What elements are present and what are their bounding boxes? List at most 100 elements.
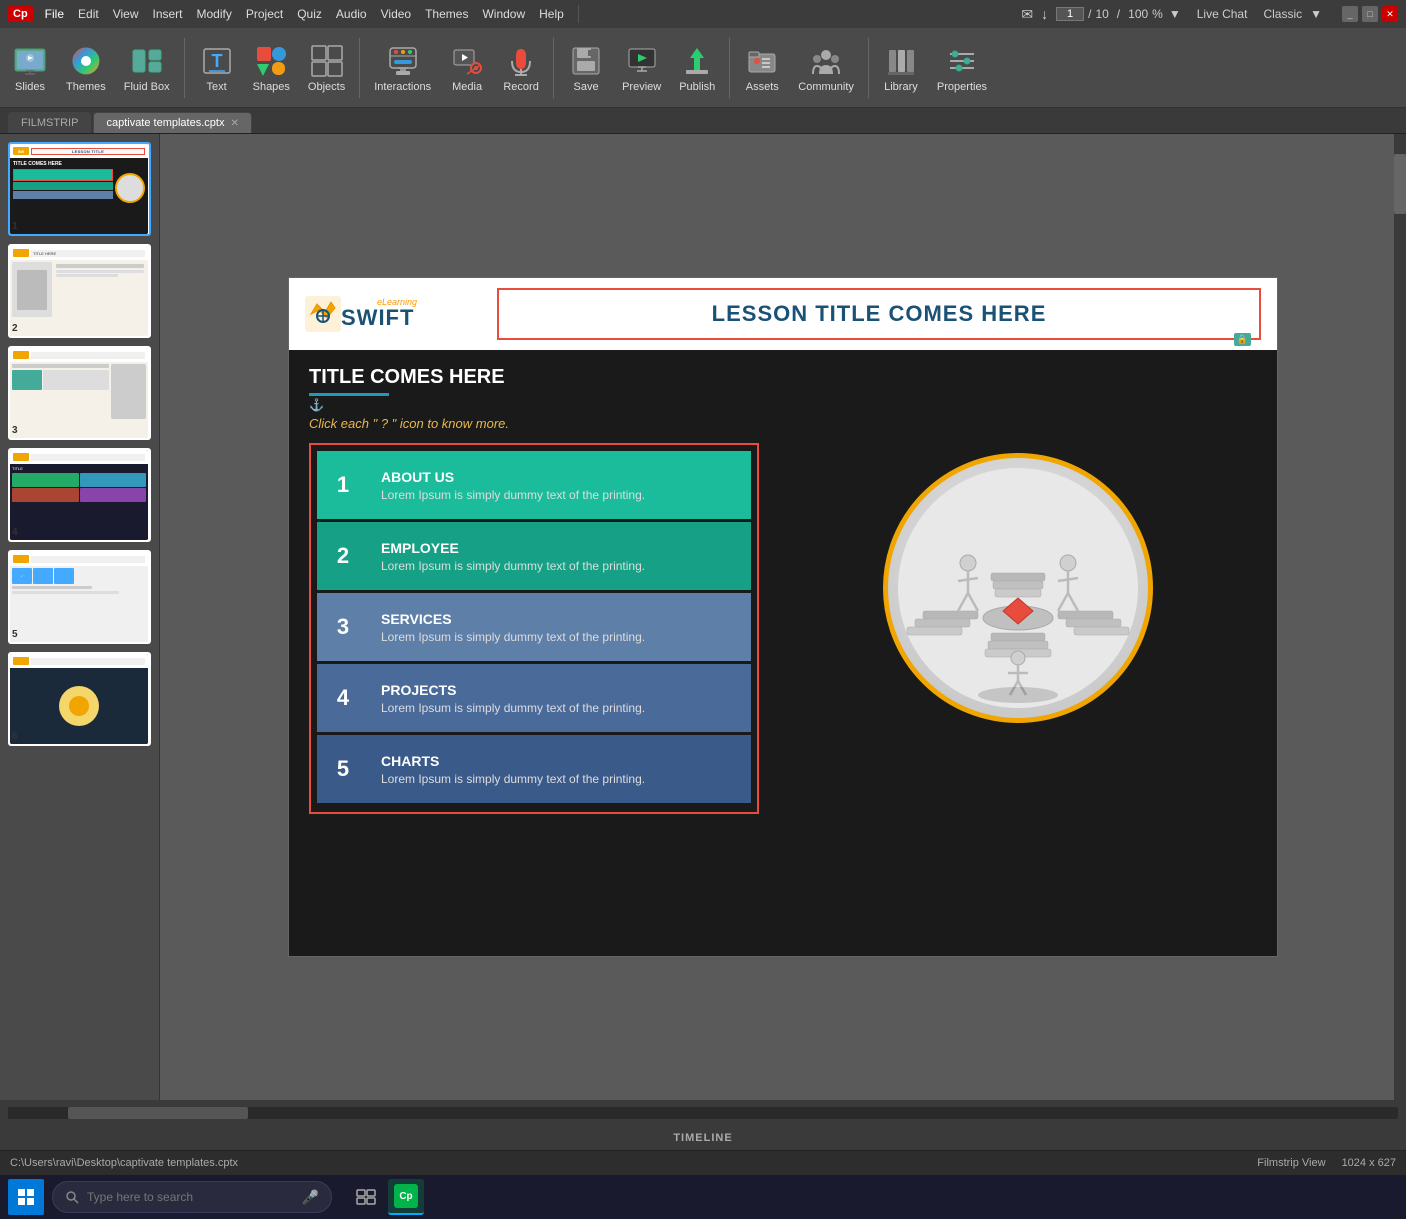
toolbar-fluid-box[interactable]: Fluid Box [116, 39, 178, 97]
item-num-3: 3 [317, 593, 369, 661]
page-total: 10 [1095, 7, 1108, 21]
file-path: C:\Users\ravi\Desktop\captivate template… [10, 1157, 238, 1169]
toolbar: Slides Themes [0, 28, 1406, 108]
menu-file[interactable]: File [39, 5, 70, 23]
slide-thumb-3[interactable]: 3 [8, 346, 151, 440]
item-row-5[interactable]: 5 CHARTS Lorem Ipsum is simply dummy tex… [317, 735, 751, 803]
toolbar-assets[interactable]: Assets [736, 39, 788, 97]
canvas-area: eLearning SWIFT LESSON TITLE COMES HERE … [160, 134, 1406, 1100]
toolbar-themes[interactable]: Themes [58, 39, 114, 97]
toolbar-divider-2 [359, 38, 360, 98]
slide-thumb-6[interactable]: 6 [8, 652, 151, 746]
menu-view[interactable]: View [107, 5, 145, 23]
start-button[interactable] [8, 1179, 44, 1215]
slide-canvas[interactable]: eLearning SWIFT LESSON TITLE COMES HERE … [288, 277, 1278, 957]
item-title-4: PROJECTS [381, 682, 739, 698]
slide-thumb-5[interactable]: ✓ 5 [8, 550, 151, 644]
community-icon [808, 43, 844, 79]
slide-thumb-2[interactable]: TITLE HERE 2 [8, 244, 151, 338]
assets-icon [744, 43, 780, 79]
horizontal-scroll-thumb[interactable] [68, 1107, 248, 1119]
email-icon[interactable]: ✉ [1021, 6, 1033, 23]
windows-taskbar: 🎤 Cp [0, 1175, 1406, 1219]
toolbar-properties[interactable]: Properties [929, 39, 995, 97]
toolbar-slides[interactable]: Slides [4, 39, 56, 97]
menu-themes[interactable]: Themes [419, 5, 474, 23]
toolbar-text[interactable]: T Text [191, 39, 243, 97]
properties-label: Properties [937, 81, 987, 93]
item-num-1: 1 [317, 451, 369, 519]
item-row-4[interactable]: 4 PROJECTS Lorem Ipsum is simply dummy t… [317, 664, 751, 732]
objects-icon [309, 43, 345, 79]
toolbar-divider-1 [184, 38, 185, 98]
vertical-scroll-thumb[interactable] [1394, 154, 1406, 214]
toolbar-objects[interactable]: Objects [300, 39, 353, 97]
filmstrip-tab-label: FILMSTRIP [21, 117, 78, 129]
item-row-3[interactable]: 3 SERVICES Lorem Ipsum is simply dummy t… [317, 593, 751, 661]
download-icon[interactable]: ↓ [1041, 6, 1048, 22]
menu-help[interactable]: Help [533, 5, 570, 23]
slide-thumb-4[interactable]: TITLE 4 [8, 448, 151, 542]
preview-icon [624, 43, 660, 79]
live-chat-label[interactable]: Live Chat [1197, 7, 1248, 21]
restore-button[interactable]: □ [1362, 6, 1378, 22]
microphone-icon[interactable]: 🎤 [302, 1189, 319, 1206]
minimize-button[interactable]: _ [1342, 6, 1358, 22]
toolbar-preview[interactable]: Preview [614, 39, 669, 97]
item-row-1[interactable]: 1 ABOUT US Lorem Ipsum is simply dummy t… [317, 451, 751, 519]
slide-num-3: 3 [12, 425, 18, 436]
page-current-input[interactable]: 1 [1056, 7, 1084, 21]
toolbar-community[interactable]: Community [790, 39, 862, 97]
item-row-2[interactable]: 2 EMPLOYEE Lorem Ipsum is simply dummy t… [317, 522, 751, 590]
vertical-scrollbar[interactable] [1394, 134, 1406, 1100]
toolbar-media[interactable]: Media [441, 39, 493, 97]
slide-num-4: 4 [12, 527, 18, 538]
shapes-icon [253, 43, 289, 79]
toolbar-publish[interactable]: Publish [671, 39, 723, 97]
search-bar[interactable]: 🎤 [52, 1181, 332, 1213]
slide-num-1: 1 [12, 221, 18, 232]
media-label: Media [452, 81, 482, 93]
theme-dropdown-icon[interactable]: ▼ [1310, 7, 1322, 21]
menu-bar: File Edit View Insert Modify Project Qui… [39, 5, 570, 23]
toolbar-record[interactable]: Record [495, 39, 547, 97]
item-content-5: CHARTS Lorem Ipsum is simply dummy text … [369, 735, 751, 803]
preview-label: Preview [622, 81, 661, 93]
app-logo: Cp [8, 6, 33, 22]
properties-icon [944, 43, 980, 79]
toolbar-save[interactable]: Save [560, 39, 612, 97]
item-content-3: SERVICES Lorem Ipsum is simply dummy tex… [369, 593, 751, 661]
captivate-taskbar-icon[interactable]: Cp [388, 1179, 424, 1215]
menu-video[interactable]: Video [375, 5, 417, 23]
toolbar-interactions[interactable]: Interactions [366, 39, 439, 97]
slide-thumb-1[interactable]: SW LESSON TITLE TITLE COMES HERE [8, 142, 151, 236]
menu-modify[interactable]: Modify [191, 5, 238, 23]
toolbar-divider-3 [553, 38, 554, 98]
toolbar-shapes[interactable]: Shapes [245, 39, 298, 97]
horizontal-scrollbar[interactable] [8, 1107, 1398, 1119]
toolbar-library[interactable]: Library [875, 39, 927, 97]
tab-filmstrip[interactable]: FILMSTRIP [8, 112, 91, 133]
library-label: Library [884, 81, 918, 93]
close-tab-icon[interactable]: ✕ [230, 118, 238, 129]
lesson-title-box[interactable]: LESSON TITLE COMES HERE 🔒 [497, 288, 1261, 340]
menu-edit[interactable]: Edit [72, 5, 105, 23]
theme-label[interactable]: Classic [1263, 7, 1302, 21]
community-label: Community [798, 81, 854, 93]
task-view-icon[interactable] [348, 1179, 384, 1215]
tab-file[interactable]: captivate templates.cptx ✕ [93, 112, 251, 133]
zoom-dropdown-icon[interactable]: ▼ [1169, 7, 1181, 21]
lesson-title-text: LESSON TITLE COMES HERE [712, 301, 1047, 327]
menu-window[interactable]: Window [476, 5, 531, 23]
title-underline [309, 393, 389, 396]
item-content-4: PROJECTS Lorem Ipsum is simply dummy tex… [369, 664, 751, 732]
menu-insert[interactable]: Insert [147, 5, 189, 23]
menu-audio[interactable]: Audio [330, 5, 373, 23]
menu-project[interactable]: Project [240, 5, 289, 23]
close-button[interactable]: ✕ [1382, 6, 1398, 22]
search-input[interactable] [87, 1190, 294, 1204]
item-title-5: CHARTS [381, 753, 739, 769]
menu-quiz[interactable]: Quiz [291, 5, 328, 23]
item-title-3: SERVICES [381, 611, 739, 627]
item-title-1: ABOUT US [381, 469, 739, 485]
